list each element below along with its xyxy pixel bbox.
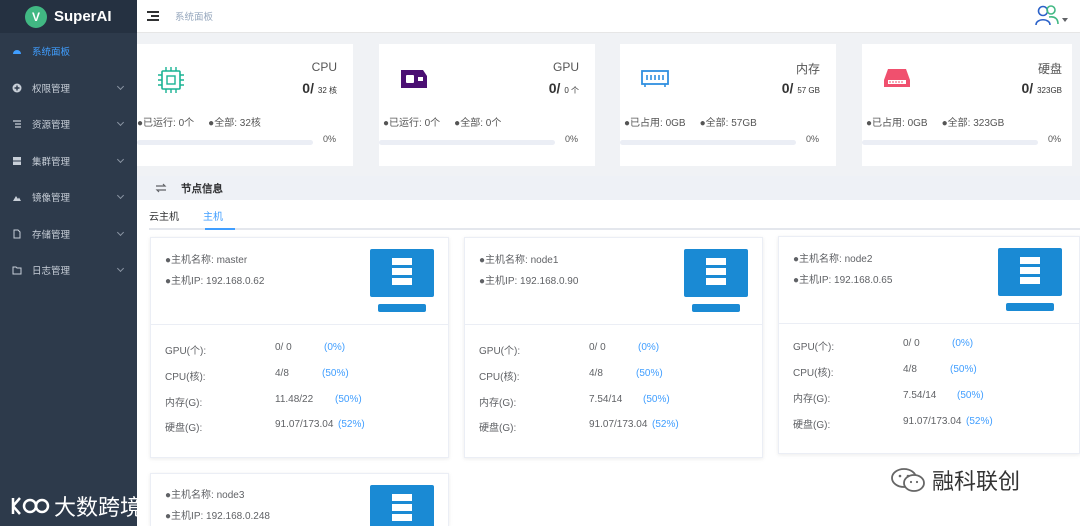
server-icon [998,248,1062,311]
stat-value: 0/ 32 核 [302,80,337,96]
storage-icon [12,229,22,239]
stat-card-gpu: GPU 0/ 0 个 ●已运行: 0个 ●全部: 0个 0% [379,44,595,166]
switch-icon [155,183,167,193]
node-ip: ●主机IP: 192.168.0.248 [165,511,270,522]
progress-bar [137,140,313,145]
gpu-icon [401,70,427,88]
server-icon [684,249,748,312]
progress-label: 0% [1048,134,1062,144]
sidebar-item-label: 集群管理 [32,156,71,168]
sidebar-item-label: 资源管理 [32,120,71,132]
sidebar-item-dashboard[interactable]: 系统面板 [0,33,137,70]
logo-mark: V [25,5,47,28]
node-name: ●主机名称: node3 [165,490,245,501]
node-tabs: 云主机 主机 [149,206,1080,230]
node-name: ●主机名称: node1 [479,255,559,266]
memory-icon [641,70,669,87]
divider [779,323,1079,324]
folder-icon [12,265,22,275]
plus-circle-icon [12,83,22,93]
stat-meta: ●已运行: 0个 ●全部: 32核 [137,118,261,129]
stat-card-memory: 内存 0/ 57 GB ●已占用: 0GB ●全部: 57GB 0% [620,44,836,166]
node-ip: ●主机IP: 192.168.0.90 [479,276,579,287]
image-icon [12,192,22,202]
chevron-down-icon [116,118,125,127]
caret-down-icon [1062,18,1068,22]
stat-name: GPU [552,60,579,74]
menu-toggle-icon[interactable] [147,11,159,21]
stat-value: 0/ 0 个 [548,80,579,96]
list-icon [12,119,22,129]
top-navbar: 系统面板 [137,0,1080,33]
stat-meta: ●已运行: 0个 ●全部: 0个 [383,118,502,129]
disk-icon [884,69,910,87]
sidebar-item-label: 日志管理 [32,266,71,278]
progress-label: 0% [806,134,820,144]
users-icon [1035,5,1059,26]
node-card-node3[interactable]: ●主机名称: node3 ●主机IP: 192.168.0.248 [150,473,449,526]
progress-bar [379,140,555,145]
stat-value: 0/ 57 GB [781,80,820,96]
dashboard-icon [12,46,22,56]
sidebar-item-label: 系统面板 [32,47,71,59]
watermark-left: 大数跨境 [10,490,142,522]
progress-bar [862,140,1038,145]
server-icon [370,485,434,526]
sidebar-menu: 系统面板 权限管理 资源管理 集群管理 镜像管理 存储管理 日志管理 [0,33,137,289]
stat-name: 内存 [795,62,820,76]
node-name: ●主机名称: node2 [793,254,873,265]
progress-label: 0% [565,134,579,144]
sidebar-item-cluster[interactable]: 集群管理 [0,143,137,180]
app-name: SuperAI [54,8,112,25]
divider [465,324,762,325]
section-title: 节点信息 [181,182,223,195]
stat-name: 硬盘 [1037,62,1062,76]
sidebar-item-images[interactable]: 镜像管理 [0,179,137,216]
node-card-master[interactable]: ●主机名称: master ●主机IP: 192.168.0.62 GPU(个)… [150,237,449,458]
sidebar-item-resources[interactable]: 资源管理 [0,106,137,143]
watermark-right: 融科联创 [890,464,1020,496]
stat-card-cpu: CPU 0/ 32 核 ●已运行: 0个 ●全部: 32核 0% [137,44,353,166]
sidebar: V SuperAI 系统面板 权限管理 资源管理 集群管理 镜像管理 存储管理 … [0,0,137,526]
stat-value: 0/ 323GB [1021,80,1062,96]
stat-name: CPU [311,60,337,74]
node-card-node1[interactable]: ●主机名称: node1 ●主机IP: 192.168.0.90 GPU(个):… [464,237,763,458]
tab-active-indicator [205,228,235,230]
tab-cloud-host[interactable]: 云主机 [149,208,179,223]
progress-bar [620,140,796,145]
sidebar-item-label: 权限管理 [32,83,71,95]
chevron-down-icon [116,155,125,163]
wechat-icon [891,468,925,492]
section-header: 节点信息 [137,176,1080,200]
stat-meta: ●已占用: 0GB ●全部: 323GB [866,118,1005,129]
brand-mark-icon [11,497,50,515]
chevron-down-icon [116,82,125,90]
breadcrumb[interactable]: 系统面板 [175,9,213,23]
stat-card-disk: 硬盘 0/ 323GB ●已占用: 0GB ●全部: 323GB 0% [862,44,1072,166]
sidebar-item-logs[interactable]: 日志管理 [0,252,137,289]
sidebar-item-permissions[interactable]: 权限管理 [0,70,137,107]
stat-meta: ●已占用: 0GB ●全部: 57GB [624,118,757,129]
sidebar-item-label: 镜像管理 [32,193,71,205]
node-card-node2[interactable]: ●主机名称: node2 ●主机IP: 192.168.0.65 GPU(个):… [778,236,1080,454]
user-menu[interactable] [1035,4,1068,26]
app-logo[interactable]: V SuperAI [0,0,137,33]
chevron-down-icon [116,191,125,200]
sidebar-item-label: 存储管理 [32,229,71,241]
node-ip: ●主机IP: 192.168.0.65 [793,275,893,286]
node-name: ●主机名称: master [165,255,248,266]
chevron-down-icon [116,228,125,236]
server-icon [12,156,22,166]
server-icon [370,249,434,312]
node-ip: ●主机IP: 192.168.0.62 [165,276,265,287]
tab-host[interactable]: 主机 [203,208,223,223]
cpu-icon [158,67,184,93]
progress-label: 0% [323,134,337,144]
sidebar-item-storage[interactable]: 存储管理 [0,216,137,253]
divider [151,324,448,325]
chevron-down-icon [116,264,125,273]
